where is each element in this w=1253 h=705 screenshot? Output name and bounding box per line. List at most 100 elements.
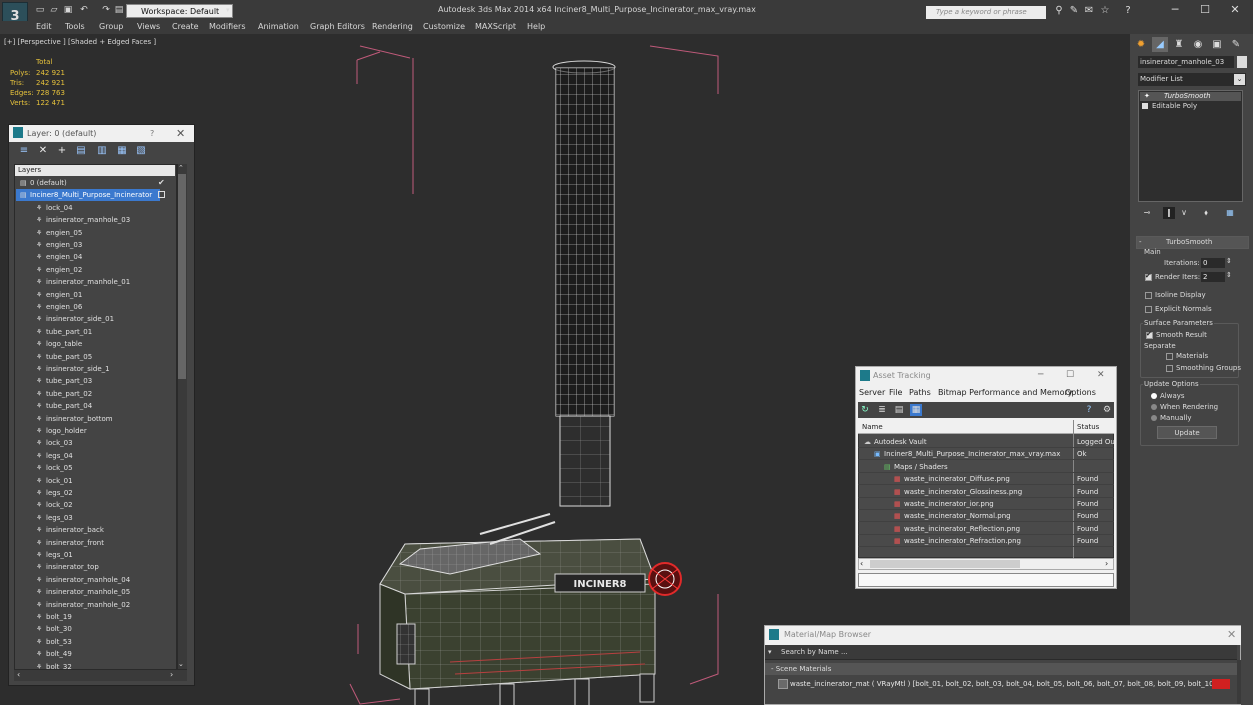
material-browser-close-button[interactable]: ✕ — [1227, 628, 1236, 641]
communication-icon[interactable]: ✉ — [1083, 5, 1095, 17]
smoothing-groups-checkbox[interactable] — [1166, 365, 1173, 372]
render-iters-spin-arrows-icon[interactable]: ⇕ — [1226, 271, 1232, 279]
show-end-result-icon[interactable]: ❙ — [1163, 207, 1175, 219]
table-view-icon[interactable]: ▤ — [893, 404, 905, 416]
layer-close-button[interactable]: ✕ — [176, 127, 185, 140]
hide-all-icon[interactable]: ▦ — [116, 145, 128, 157]
layer-object-row[interactable]: ⚘ lock_04 — [16, 202, 160, 214]
asset-menu-options[interactable]: Options — [1065, 388, 1096, 397]
layer-object-row[interactable]: ⚘ insinerator_manhole_05 — [16, 586, 160, 598]
asset-scroll-right-icon[interactable]: › — [1105, 559, 1108, 568]
scroll-up-icon[interactable]: ⌃ — [178, 164, 184, 172]
layer-object-row[interactable]: ⚘ insinerator_side_1 — [16, 363, 160, 375]
layer-object-row[interactable]: ⚘ lock_05 — [16, 462, 160, 474]
help-icon[interactable]: ? — [1122, 5, 1134, 17]
select-objects-icon[interactable]: ▤ — [75, 145, 87, 157]
menu-animation[interactable]: Animation — [258, 22, 299, 31]
layer-help-button[interactable]: ? — [150, 129, 154, 138]
menu-views[interactable]: Views — [137, 22, 160, 31]
modifier-list-arrow-icon[interactable]: ⌄ — [1234, 74, 1245, 85]
asset-settings-icon[interactable]: ⚙ — [1101, 404, 1113, 416]
layer-object-row[interactable]: ⚘ insinerator_manhole_04 — [16, 574, 160, 586]
search-input[interactable]: Type a keyword or phrase — [926, 6, 1046, 19]
layer-row[interactable]: ▤ Inciner8_Multi_Purpose_Incinerator — [16, 189, 160, 202]
layer-object-row[interactable]: ⚘ lock_03 — [16, 437, 160, 449]
undo-icon[interactable]: ↶ — [78, 4, 90, 16]
layer-object-row[interactable]: ⚘ legs_02 — [16, 487, 160, 499]
asset-scroll-left-icon[interactable]: ‹ — [860, 559, 863, 568]
menu-help[interactable]: Help — [527, 22, 545, 31]
render-iters-spinner[interactable]: 2 — [1201, 272, 1225, 282]
layer-object-row[interactable]: ⚘ insinerator_bottom — [16, 413, 160, 425]
layer-object-row[interactable]: ⚘ tube_part_05 — [16, 351, 160, 363]
menu-rendering[interactable]: Rendering — [372, 22, 413, 31]
list-view-icon[interactable]: ≣ — [876, 404, 888, 416]
layer-object-row[interactable]: ⚘ legs_03 — [16, 512, 160, 524]
material-browser-scrollbar[interactable] — [1237, 660, 1241, 704]
delete-layer-icon[interactable]: ✕ — [37, 145, 49, 157]
make-unique-icon[interactable]: ∨ — [1178, 207, 1190, 219]
maximize-button[interactable]: ☐ — [1190, 2, 1220, 18]
layer-object-row[interactable]: ⚘ lock_02 — [16, 499, 160, 511]
stack-item-turbosmooth[interactable]: TurboSmooth — [1140, 92, 1241, 101]
layer-object-row[interactable]: ⚘ engien_05 — [16, 227, 160, 239]
layers-horizontal-scrollbar[interactable] — [14, 669, 187, 681]
modifier-bulb-icon[interactable]: ✦ — [1144, 92, 1150, 100]
open-file-icon[interactable]: ▱ — [48, 4, 60, 16]
favorites-icon[interactable]: ☆ — [1099, 5, 1111, 17]
pin-stack-icon[interactable]: ⊸ — [1141, 207, 1153, 219]
redo-icon[interactable]: ↷ — [100, 4, 112, 16]
material-search-input[interactable]: Search by Name ... — [765, 645, 1237, 660]
asset-row[interactable]: ▦ waste_incinerator_Diffuse.png Found — [858, 473, 1114, 486]
current-layer-check-icon[interactable]: ✔ — [158, 178, 165, 187]
scroll-left-icon[interactable]: ‹ — [17, 670, 20, 679]
when-rendering-radio[interactable] — [1151, 404, 1157, 410]
layer-object-row[interactable]: ⚘ lock_01 — [16, 475, 160, 487]
asset-row[interactable]: ▤ Maps / Shaders — [858, 461, 1114, 473]
layers-scroll-thumb[interactable] — [178, 174, 186, 379]
always-radio[interactable] — [1151, 393, 1157, 399]
material-item[interactable]: waste_incinerator_mat ( VRayMtl ) [bolt_… — [777, 678, 1229, 690]
workspace-dropdown[interactable]: Workspace: Default — [126, 4, 233, 18]
layer-object-row[interactable]: ⚘ insinerator_top — [16, 561, 160, 573]
layer-object-row[interactable]: ⚘ bolt_19 — [16, 611, 160, 623]
menu-edit[interactable]: Edit — [36, 22, 52, 31]
asset-close-button[interactable]: ✕ — [1097, 370, 1105, 380]
layer-object-row[interactable]: ⚘ tube_part_01 — [16, 326, 160, 338]
layer-object-row[interactable]: ⚘ engien_06 — [16, 301, 160, 313]
layer-object-row[interactable]: ⚘ insinerator_back — [16, 524, 160, 536]
rollout-collapse-icon[interactable]: - — [1139, 238, 1142, 246]
asset-row[interactable]: ▣ Inciner8_Multi_Purpose_Incinerator_max_… — [858, 448, 1114, 461]
asset-menu-file[interactable]: File — [889, 388, 902, 397]
layer-object-row[interactable]: ⚘ logo_holder — [16, 425, 160, 437]
menu-tools[interactable]: Tools — [65, 22, 85, 31]
explicit-normals-checkbox[interactable] — [1145, 306, 1152, 313]
highlight-selected-icon[interactable]: ▥ — [96, 145, 108, 157]
layer-object-row[interactable]: ⚘ insinerator_manhole_02 — [16, 599, 160, 611]
asset-row[interactable]: ▦ waste_incinerator_Glossiness.png Found — [858, 486, 1114, 498]
layer-object-row[interactable]: ⚘ insinerator_side_01 — [16, 313, 160, 325]
project-folder-icon[interactable]: ▤ — [113, 4, 125, 16]
search-options-chevron-icon[interactable]: ▾ — [768, 648, 772, 656]
layer-row[interactable]: ▤ 0 (default) — [16, 177, 160, 189]
layer-object-row[interactable]: ⚘ insinerator_manhole_03 — [16, 214, 160, 226]
binoculars-icon[interactable]: ⚲ — [1053, 5, 1065, 17]
create-tab-icon[interactable]: ✹ — [1133, 37, 1149, 52]
motion-tab-icon[interactable]: ◉ — [1190, 37, 1206, 52]
asset-menu-server[interactable]: Server — [859, 388, 885, 397]
layers-column-header[interactable]: Layers — [15, 165, 175, 176]
stack-item-editable-poly[interactable]: Editable Poly — [1152, 102, 1197, 110]
scroll-down-icon[interactable]: ⌄ — [178, 660, 184, 668]
asset-row[interactable]: ▦ waste_incinerator_ior.png Found — [858, 498, 1114, 510]
close-button[interactable]: ✕ — [1220, 2, 1250, 18]
add-to-layer-icon[interactable]: + — [56, 145, 68, 157]
remove-modifier-icon[interactable]: ⬧ — [1200, 207, 1212, 219]
layer-object-row[interactable]: ⚘ bolt_53 — [16, 636, 160, 648]
viewport-label[interactable]: [+] [Perspective ] [Shaded + Edged Faces… — [4, 38, 156, 46]
layer-object-row[interactable]: ⚘ tube_part_02 — [16, 388, 160, 400]
hierarchy-tab-icon[interactable]: ♜ — [1171, 37, 1187, 52]
refresh-icon[interactable]: ↻ — [859, 404, 871, 416]
menu-modifiers[interactable]: Modifiers — [209, 22, 246, 31]
asset-column-status[interactable]: Status — [1077, 423, 1099, 431]
manually-radio[interactable] — [1151, 415, 1157, 421]
